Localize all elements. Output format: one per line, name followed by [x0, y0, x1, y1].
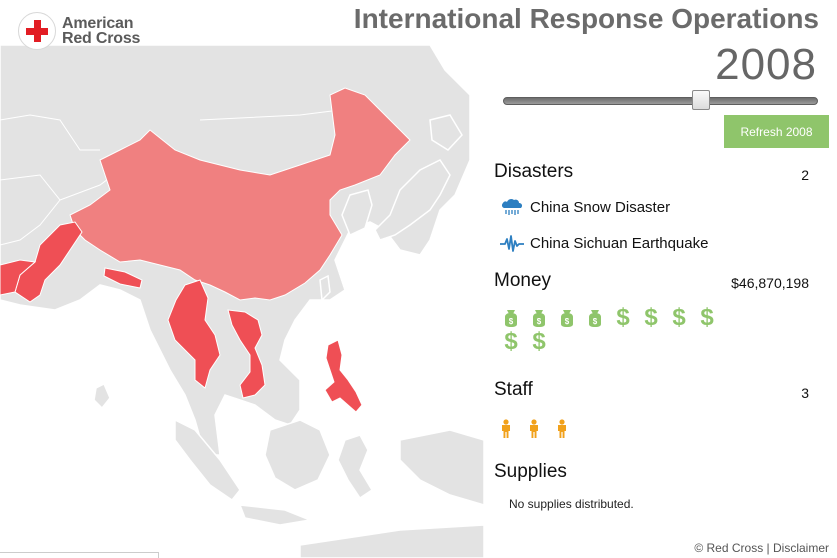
land-sri-lanka — [93, 382, 111, 410]
staff-count: 3 — [801, 385, 809, 401]
dollar-icon: $ — [672, 304, 686, 331]
money-bag-icon: $ — [581, 306, 609, 330]
disasters-heading: Disasters — [494, 161, 574, 182]
disclaimer-link[interactable]: Disclaimer — [773, 541, 829, 555]
disasters-count: 2 — [801, 167, 809, 183]
land-java — [238, 504, 313, 526]
year-slider-thumb[interactable] — [692, 90, 711, 110]
footer: © Red Cross | Disclaimer — [694, 541, 829, 555]
land-new-guinea — [399, 429, 485, 507]
svg-text:$: $ — [565, 317, 570, 326]
logo-line2: Red Cross — [62, 30, 141, 47]
dollar-icon: $ — [616, 304, 630, 331]
dollar-icon: $ — [644, 304, 658, 331]
dollar-icon: $ — [700, 304, 714, 331]
money-total: $46,870,198 — [731, 275, 809, 291]
money-bag-icon: $ — [553, 306, 581, 330]
supplies-heading: Supplies — [494, 461, 567, 482]
snow-cloud-icon — [501, 198, 523, 215]
red-cross-logo[interactable]: American Red Cross — [18, 12, 140, 50]
supplies-message: No supplies distributed. — [509, 497, 634, 511]
footer-separator: | — [763, 541, 773, 555]
disaster-label: China Sichuan Earthquake — [530, 234, 709, 252]
map-land — [0, 44, 485, 558]
refresh-button[interactable]: Refresh 2008 — [724, 115, 829, 148]
disaster-label: China Snow Disaster — [530, 198, 671, 216]
svg-text:$: $ — [509, 317, 514, 326]
money-heading: Money — [494, 270, 552, 291]
staff-icons — [500, 418, 584, 440]
land-australia — [299, 524, 485, 558]
svg-text:$: $ — [593, 317, 598, 326]
year-slider-track[interactable] — [503, 97, 818, 105]
disaster-item[interactable]: China Snow Disaster — [500, 197, 670, 217]
red-cross-icon — [18, 12, 56, 50]
land-sulawesi — [337, 434, 374, 500]
staff-heading: Staff — [494, 379, 533, 400]
country-philippines — [324, 339, 363, 413]
disaster-item[interactable]: China Sichuan Earthquake — [500, 233, 708, 253]
copyright-text: © Red Cross — [694, 541, 764, 555]
money-bag-icon: $ — [525, 306, 553, 330]
person-icon — [528, 418, 556, 440]
logo-line1: American — [62, 15, 134, 32]
svg-text:$: $ — [537, 317, 542, 326]
logo-text: American Red Cross — [62, 15, 141, 47]
money-icons: $ $ $ $ $ $ $ $ $ $ — [497, 306, 737, 354]
person-icon — [556, 418, 584, 440]
land-borneo — [264, 419, 331, 491]
seismograph-icon — [500, 235, 524, 252]
person-icon — [500, 418, 528, 440]
money-bag-icon: $ — [497, 306, 525, 330]
year-label: 2008 — [715, 40, 817, 89]
year-slider[interactable] — [503, 90, 818, 110]
dollar-icon: $ — [504, 328, 518, 355]
map-attribution — [0, 552, 159, 558]
page-title: International Response Operations — [353, 3, 819, 34]
dollar-icon: $ — [532, 328, 546, 355]
